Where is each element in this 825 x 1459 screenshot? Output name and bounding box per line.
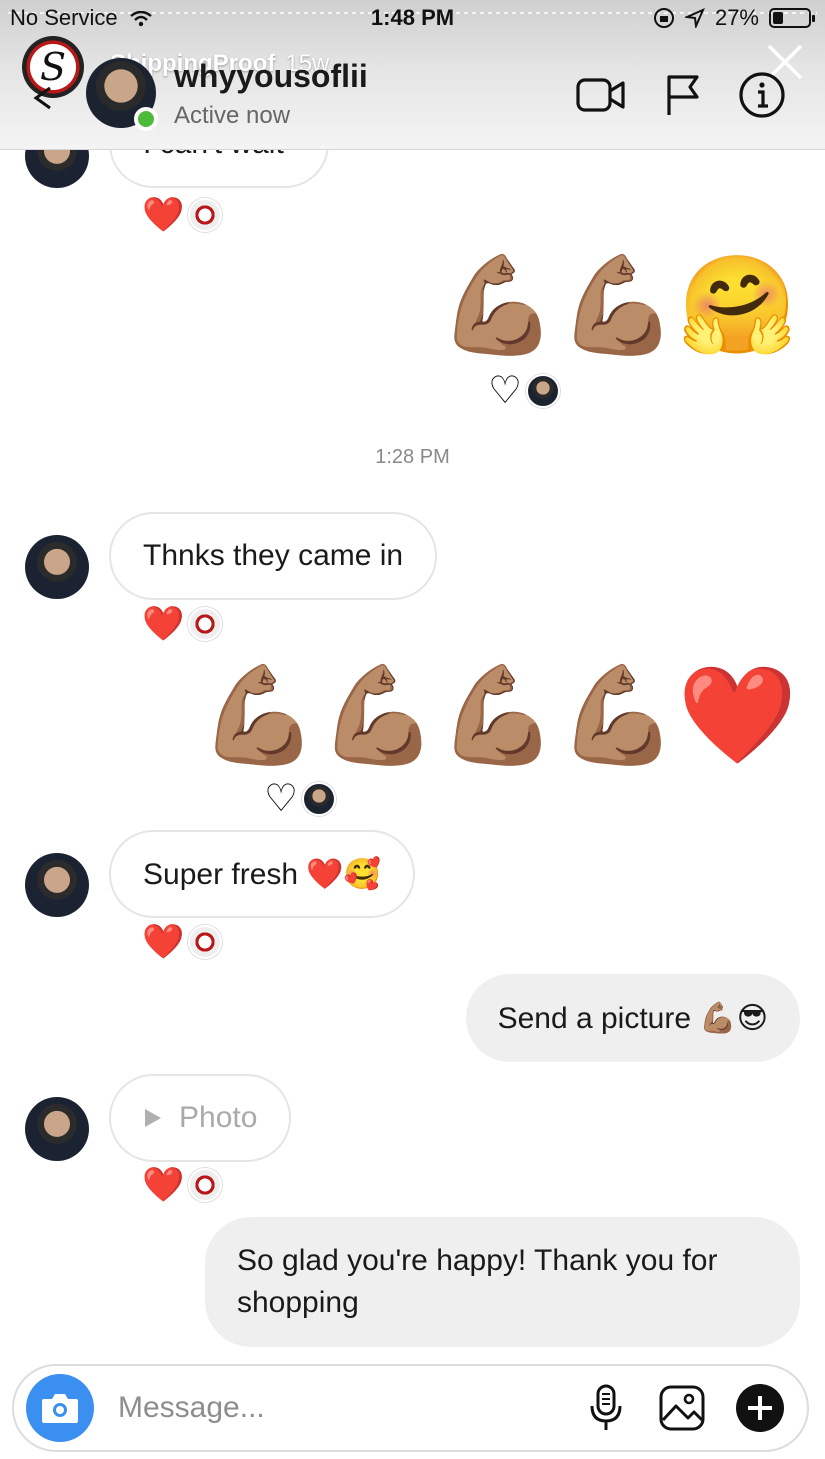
message-composer [12, 1364, 809, 1452]
message-reactions[interactable]: ♡ [488, 370, 561, 412]
active-status: Active now [174, 102, 291, 129]
message-reactions[interactable]: ❤️ [142, 1166, 223, 1204]
info-button[interactable] [737, 72, 787, 118]
battery-icon [769, 8, 815, 28]
outgoing-emoji-message[interactable]: 💪🏽💪🏽💪🏽💪🏽❤️ [199, 668, 797, 764]
outgoing-message[interactable]: Send a picture 💪🏽😎 [465, 974, 800, 1062]
incoming-message[interactable]: Thnks they came in [109, 512, 438, 600]
heart-filled-icon: ❤️ [142, 196, 185, 234]
reactor-avatar [188, 198, 223, 232]
reactor-avatar [526, 374, 561, 408]
reactor-avatar [302, 782, 337, 816]
message-reactions[interactable]: ♡ [264, 778, 337, 820]
message-timestamp: 1:28 PM [375, 446, 450, 468]
camera-button[interactable] [26, 1374, 94, 1442]
message-reactions[interactable]: ❤️ [142, 605, 223, 643]
play-icon [145, 1109, 161, 1127]
plus-icon [736, 1384, 784, 1432]
message-text: Send a picture 💪🏽😎 [497, 1001, 768, 1035]
camera-icon [42, 1394, 78, 1423]
reactor-avatar [188, 925, 223, 959]
top-bar: No Service 1:48 PM 27% S ShippingProof 15… [0, 0, 825, 150]
message-reactions[interactable]: ❤️ [142, 196, 223, 234]
message-text: Super fresh ❤️🥰 [143, 857, 382, 891]
flag-icon [667, 75, 699, 115]
orientation-lock-icon [653, 8, 674, 28]
gallery-button[interactable] [656, 1382, 708, 1434]
video-call-button[interactable] [576, 72, 626, 118]
microphone-icon [590, 1384, 622, 1430]
reactor-avatar [188, 1168, 223, 1202]
status-bar: No Service 1:48 PM 27% [0, 4, 825, 32]
message-text: So glad you're happy! Thank you for shop… [237, 1244, 718, 1319]
reactor-avatar [188, 607, 223, 641]
heart-filled-icon: ❤️ [142, 605, 185, 643]
heart-filled-icon: ❤️ [142, 923, 185, 961]
video-camera-icon [576, 78, 625, 112]
report-button[interactable] [658, 72, 708, 118]
voice-button[interactable] [580, 1382, 632, 1434]
emoji-text: 💪🏽💪🏽💪🏽💪🏽❤️ [199, 662, 797, 769]
chat-username[interactable]: whyyousoflii [174, 58, 368, 95]
outgoing-emoji-message[interactable]: 💪🏽💪🏽🤗 [438, 258, 797, 354]
location-icon [684, 8, 705, 28]
image-icon [659, 1385, 705, 1431]
sender-avatar[interactable] [25, 853, 89, 917]
status-right: 27% [653, 5, 815, 31]
sender-avatar[interactable] [25, 1097, 89, 1161]
heart-filled-icon: ❤️ [142, 1166, 185, 1204]
more-actions-button[interactable] [734, 1382, 786, 1434]
emoji-text: 💪🏽💪🏽🤗 [438, 252, 797, 359]
incoming-message[interactable]: Super fresh ❤️🥰 [109, 830, 416, 918]
logo-letter: S [39, 45, 67, 89]
message-reactions[interactable]: ❤️ [142, 923, 223, 961]
info-icon [739, 72, 785, 118]
photo-label: Photo [179, 1101, 258, 1134]
back-chevron-icon[interactable] [30, 84, 56, 110]
message-text: Thnks they came in [143, 539, 404, 572]
outgoing-message[interactable]: So glad you're happy! Thank you for shop… [205, 1217, 800, 1347]
message-input[interactable] [118, 1386, 558, 1430]
photo-message[interactable]: Photo [109, 1074, 292, 1162]
battery-percent: 27% [714, 5, 759, 30]
heart-outline-icon: ♡ [488, 370, 523, 412]
sender-avatar[interactable] [25, 535, 89, 599]
online-indicator [134, 107, 158, 131]
heart-outline-icon: ♡ [264, 778, 299, 820]
